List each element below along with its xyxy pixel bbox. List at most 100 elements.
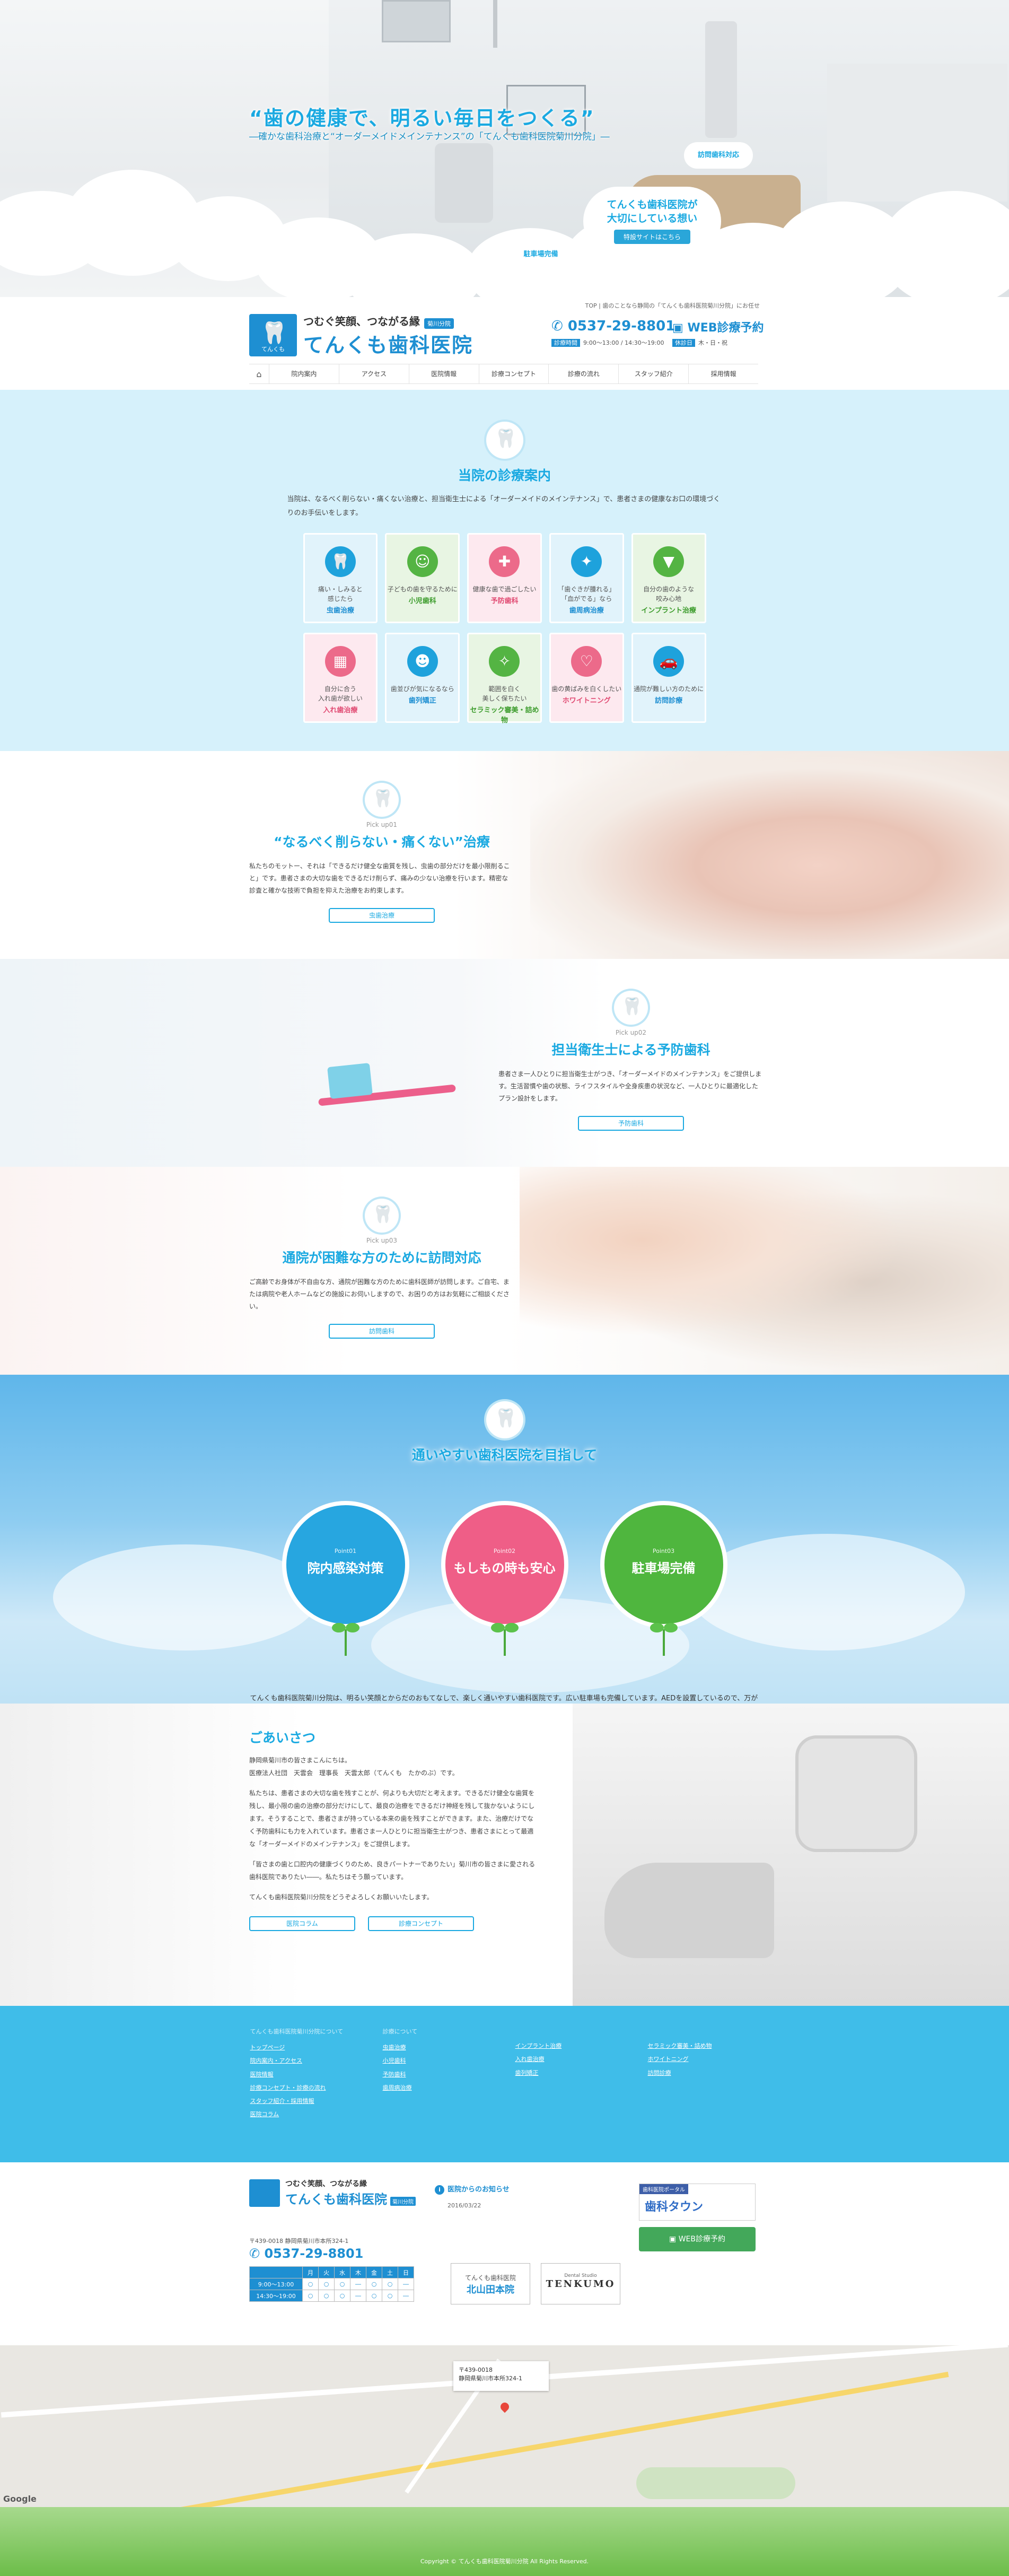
treatment-card[interactable]: ✦ 「歯ぐきが腫れる」 「血がでる」なら 歯周病治療 [549,533,624,623]
sitemap-link[interactable]: トップページ [250,2041,362,2054]
footer-web-reserve-button[interactable]: ▣ WEB診療予約 [639,2227,756,2251]
pickup-1-photo [530,751,1009,959]
treatment-card[interactable]: ▦ 自分に合う 入れ歯が欲しい 入れ歯治療 [303,633,378,723]
gum-icon: ✦ [571,546,602,577]
sitemap-heading [515,2027,627,2034]
site-logo[interactable]: てんくも つむぐ笑顔、つながる縁菊川分院 てんくも歯科医院 [249,313,473,358]
nav-item[interactable]: 採用情報 [689,364,758,383]
pickup-2: Pick up02 担当衛生士による予防歯科 患者さま一人ひとりに担当衛生士がつ… [0,959,1009,1167]
treatment-card[interactable]: ♡ 歯の黄ばみを白くしたい ホワイトニング [549,633,624,723]
schedule-mark: ○ [382,2290,398,2302]
footer-logo[interactable]: つむぐ笑顔、つながる縁 てんくも歯科医院 菊川分院 [249,2178,416,2207]
points-lead: てんくも歯科医院菊川分院は、明るい笑顔とからだのおもてなしで、楽しく通いやすい歯… [250,1695,758,1702]
logo-tooth-icon [249,2179,280,2207]
sitemap-link[interactable]: 予防歯科 [383,2068,494,2081]
treatment-card[interactable]: ☺ 子どもの歯を守るために 小児歯科 [385,533,460,623]
card-desc-line: 感じたら [327,595,353,602]
greeting-content: ごあいさつ 静岡県菊川市の皆さまこんにちは。 医療法人社団 天雲会 理事長 天雲… [249,1727,536,1931]
card-name: 歯列矯正 [408,697,436,705]
home-icon[interactable]: ⌂ [249,364,269,383]
map-pin-icon[interactable] [498,2400,511,2413]
card-desc-line: 子どもの歯を守るために [387,586,458,593]
sitemap-link[interactable]: 歯周病治療 [383,2081,494,2094]
car-icon: 🚗 [653,646,685,677]
nav-item[interactable]: 医院情報 [409,364,479,383]
sitemap-link[interactable]: 訪問診療 [648,2066,759,2080]
sitemap-link[interactable]: インプラント治療 [515,2039,627,2053]
sitemap-link[interactable]: 医院コラム [250,2108,362,2121]
treatment-card[interactable]: ▼ 自分の歯のような 咬み心地 インプラント治療 [631,533,706,623]
feature-line-1: てんくも歯科医院が [607,199,698,211]
sitemap-link[interactable]: 医院情報 [250,2068,362,2081]
card-name: インプラント治療 [641,607,696,615]
tel-number[interactable]: 0537-29-8801 [568,318,675,334]
feature-bubble[interactable]: てんくも歯科医院が 大切にしている想い 特設サイトはこちら [583,187,721,256]
menu-lead: 当院は、なるべく削らない・痛くない治療と、担当衛生士による「オーダーメイドのメイ… [287,495,721,517]
treatment-card[interactable]: ☻ 歯並びが気になるなら 歯列矯正 [385,633,460,723]
pickup-2-content: Pick up02 担当衛生士による予防歯科 患者さま一人ひとりに担当衛生士がつ… [498,991,764,1131]
hero-catch: “歯の健康で、明るい毎日をつくる” [249,107,595,130]
sitemap-link[interactable]: 院内案内・アクセス [250,2054,362,2067]
point-item: Point03 駐車場完備 [600,1501,727,1656]
pickup-button[interactable]: 訪問歯科 [329,1324,435,1339]
schedule-mark: ○ [318,2278,335,2290]
tooth-mascot-icon [486,422,523,459]
map[interactable]: 〒439-0018 静岡県菊川市本所324-1 Google [0,2345,1009,2507]
card-desc-line: 痛い・しみると [318,586,363,593]
column-button[interactable]: 医院コラム [249,1916,355,1931]
treatment-card[interactable]: 🦷 痛い・しみると 感じたら 虫歯治療 [303,533,378,623]
nav-item[interactable]: アクセス [339,364,409,383]
sitemap-link[interactable]: スタッフ紹介・採用情報 [250,2094,362,2108]
pickup-title: “なるべく削らない・痛くない”治療 [274,834,490,850]
footer-branch: 菊川分院 [390,2197,416,2206]
footer-tagline: つむぐ笑顔、つながる縁 [285,2180,367,2188]
greeting-p1: 静岡県菊川市の皆さまこんにちは。 [249,1757,352,1764]
schedule-mark: ― [398,2290,414,2302]
web-reserve-label[interactable]: WEB診療予約 [687,321,764,335]
sitemap-link[interactable]: セラミック審美・詰め物 [648,2039,759,2053]
treatment-card[interactable]: 🚗 通院が難しい方のために 訪問診療 [631,633,706,723]
nav-item[interactable]: 診療の流れ [549,364,619,383]
sitemap-link[interactable]: 虫歯治療 [383,2041,494,2054]
sitemap-link[interactable]: 入れ歯治療 [515,2053,627,2066]
footer-tel-number[interactable]: 0537-29-8801 [264,2246,363,2261]
card-desc-line: 自分の歯のような [643,586,695,593]
greeting-title: ごあいさつ [249,1730,316,1745]
nav-item[interactable]: 診療コンセプト [479,364,549,383]
sitemap-link[interactable]: 歯列矯正 [515,2066,627,2080]
pickup-num: Pick up01 [366,821,398,828]
treatment-menu-section: 当院の診療案内 当院は、なるべく削らない・痛くない治療と、担当衛生士による「オー… [0,390,1009,751]
news-title[interactable]: 医院からのお知らせ [435,2184,510,2195]
banner-sub: Dental Studio [564,2273,597,2278]
whitening-icon: ♡ [571,646,602,677]
feature-line-2: 大切にしている想い [607,212,698,224]
pickup-button[interactable]: 予防歯科 [578,1116,684,1131]
nav-item[interactable]: 院内案内 [269,364,339,383]
news[interactable]: 医院からのお知らせ 2016/03/22 [435,2184,510,2209]
hero-shelf [827,64,1007,202]
sitemap-link[interactable]: 小児歯科 [383,2054,494,2067]
sitemap-link[interactable]: ホワイトニング [648,2053,759,2066]
shika-town-banner[interactable]: 歯科医院ポータル 歯科タウン [639,2184,756,2221]
feature-site-button[interactable]: 特設サイトはこちら [613,230,690,244]
footer-tel[interactable]: ✆ 0537-29-8801 [249,2246,363,2261]
pickup-button[interactable]: 虫歯治療 [329,908,435,923]
child-icon: ☺ [407,546,438,577]
tenkumo-banner[interactable]: Dental Studio TENKUMO [541,2263,620,2304]
closed-value: 木・日・祝 [698,339,727,346]
point-item: Point01 院内感染対策 [282,1501,409,1656]
nav-item[interactable]: スタッフ紹介 [619,364,689,383]
treatment-card[interactable]: ✚ 健康な歯で過ごしたい 予防歯科 [467,533,542,623]
schedule-mark: ○ [302,2290,319,2302]
treatment-card[interactable]: ✧ 範囲を白く 美しく保ちたい セラミック審美・詰め物 [467,633,542,724]
card-desc: 歯の黄ばみを白くしたい [551,684,622,694]
header-tel[interactable]: ✆ 0537-29-8801 [551,318,675,334]
concept-button[interactable]: 診療コンセプト [368,1916,474,1931]
pickup-desc: 私たちのモットー、それは「できるだけ健全な歯質を残し、虫歯の部分だけを最小限削る… [249,862,510,894]
honin-banner[interactable]: てんくも歯科医院 北山田本院 [451,2263,530,2304]
pickup-num: Pick up03 [366,1237,398,1244]
sitemap-link[interactable]: 診療コンセプト・診療の流れ [250,2081,362,2094]
schedule-time: 14:30～19:00 [249,2290,303,2302]
map-road [164,2371,949,2507]
web-reserve-link[interactable]: ▣ WEB診療予約 [672,318,764,335]
